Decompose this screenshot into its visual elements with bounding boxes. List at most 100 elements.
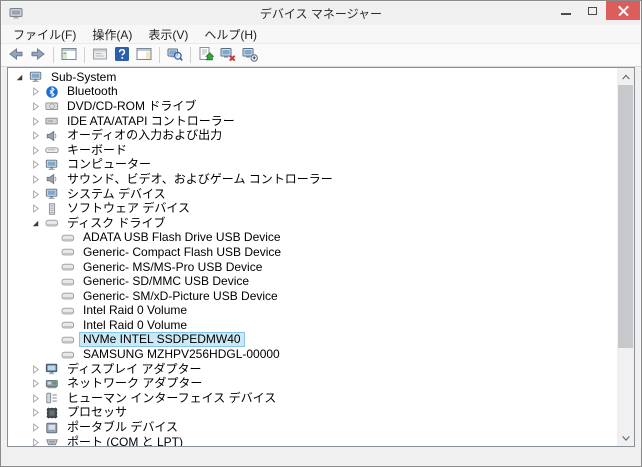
expander-icon[interactable] bbox=[29, 436, 42, 446]
titlebar: デバイス マネージャー bbox=[1, 1, 641, 25]
tree-item[interactable]: IDE ATA/ATAPI コントローラー bbox=[8, 114, 617, 129]
tree-item[interactable]: Generic- SD/MMC USB Device bbox=[8, 274, 617, 289]
expander-icon[interactable] bbox=[29, 188, 42, 200]
vertical-scrollbar[interactable] bbox=[617, 68, 634, 446]
display-adapter-icon bbox=[44, 362, 59, 376]
disk-drive-icon bbox=[60, 275, 75, 289]
action-pane-toggle-icon bbox=[136, 46, 152, 65]
minimize-button[interactable] bbox=[552, 1, 579, 20]
scrollbar-thumb[interactable] bbox=[618, 85, 633, 348]
scroll-up-button[interactable] bbox=[617, 68, 634, 85]
back-arrow-button[interactable] bbox=[6, 45, 26, 65]
tree-item-label: ADATA USB Flash Drive USB Device bbox=[83, 230, 281, 245]
toolbar-separator bbox=[53, 47, 54, 63]
tree-item[interactable]: オーディオの入力および出力 bbox=[8, 128, 617, 143]
toolbar-separator bbox=[190, 47, 191, 63]
tree-item[interactable]: コンピューター bbox=[8, 158, 617, 173]
tree-item[interactable]: ADATA USB Flash Drive USB Device bbox=[8, 231, 617, 246]
tree-item[interactable]: ポータブル デバイス bbox=[8, 420, 617, 435]
network-adapter-icon bbox=[44, 377, 59, 391]
tree-item[interactable]: ディスク ドライブ bbox=[8, 216, 617, 231]
expander-icon[interactable] bbox=[13, 71, 26, 83]
tree-item[interactable]: Generic- SM/xD-Picture USB Device bbox=[8, 289, 617, 304]
tree-item[interactable]: Generic- Compact Flash USB Device bbox=[8, 245, 617, 260]
chevron-up-icon bbox=[621, 74, 630, 79]
tree-item[interactable]: Sub-System bbox=[8, 70, 617, 85]
menu-item[interactable]: ヘルプ(H) bbox=[196, 25, 265, 44]
tree-item[interactable]: Intel Raid 0 Volume bbox=[8, 318, 617, 333]
tree-item-label: Sub-System bbox=[51, 69, 117, 84]
menu-item[interactable]: ファイル(F) bbox=[5, 25, 84, 44]
expander-icon[interactable] bbox=[29, 173, 42, 185]
menu-item[interactable]: 操作(A) bbox=[84, 25, 140, 44]
computer-icon bbox=[28, 70, 43, 84]
tree-item-label: Generic- SD/MMC USB Device bbox=[83, 274, 250, 289]
disable-device-icon bbox=[242, 46, 258, 65]
uninstall-device-icon bbox=[220, 46, 236, 65]
console-tree-toggle-button[interactable] bbox=[59, 45, 79, 65]
expander-icon[interactable] bbox=[29, 392, 42, 404]
expander-icon[interactable] bbox=[29, 422, 42, 434]
tree-item-label: Intel Raid 0 Volume bbox=[83, 303, 188, 318]
expander-icon[interactable] bbox=[29, 217, 42, 229]
tree-item[interactable]: ポート (COM と LPT) bbox=[8, 435, 617, 446]
tree-item[interactable]: ソフトウェア デバイス bbox=[8, 201, 617, 216]
tree-item[interactable]: プロセッサ bbox=[8, 406, 617, 421]
expander-icon[interactable] bbox=[29, 144, 42, 156]
tree-item-label: オーディオの入力および出力 bbox=[67, 128, 223, 143]
expander-icon[interactable] bbox=[29, 115, 42, 127]
tree-item[interactable]: Generic- MS/MS-Pro USB Device bbox=[8, 260, 617, 275]
expander-icon[interactable] bbox=[29, 203, 42, 215]
tree-item[interactable]: Intel Raid 0 Volume bbox=[8, 304, 617, 319]
tree-item[interactable]: ディスプレイ アダプター bbox=[8, 362, 617, 377]
expander-icon[interactable] bbox=[29, 363, 42, 375]
dvd-drive-icon bbox=[44, 99, 59, 113]
disk-drive-icon bbox=[60, 333, 75, 347]
maximize-button[interactable] bbox=[579, 1, 606, 20]
scroll-down-button[interactable] bbox=[617, 429, 634, 446]
update-driver-button[interactable] bbox=[196, 45, 216, 65]
computer-icon bbox=[44, 187, 59, 201]
uninstall-device-button[interactable] bbox=[218, 45, 238, 65]
tree-item-label: Generic- SM/xD-Picture USB Device bbox=[83, 288, 278, 303]
tree-item[interactable]: サウンド、ビデオ、およびゲーム コントローラー bbox=[8, 172, 617, 187]
portable-device-icon bbox=[44, 421, 59, 435]
expander-icon bbox=[45, 334, 58, 346]
disk-drive-icon bbox=[60, 260, 75, 274]
disable-device-button[interactable] bbox=[240, 45, 260, 65]
expander-icon[interactable] bbox=[29, 86, 42, 98]
tree-item-label: プロセッサ bbox=[67, 405, 128, 420]
forward-arrow-button[interactable] bbox=[28, 45, 48, 65]
expander-icon bbox=[45, 261, 58, 273]
tree-item[interactable]: システム デバイス bbox=[8, 187, 617, 202]
menu-item[interactable]: 表示(V) bbox=[140, 25, 196, 44]
menubar: ファイル(F) 操作(A) 表示(V) ヘルプ(H) bbox=[1, 25, 641, 44]
close-icon bbox=[618, 5, 629, 16]
tree-item[interactable]: ネットワーク アダプター bbox=[8, 376, 617, 391]
computer-icon bbox=[44, 158, 59, 172]
tree-item[interactable]: DVD/CD-ROM ドライブ bbox=[8, 99, 617, 114]
maximize-icon bbox=[588, 6, 597, 15]
tree-item[interactable]: Bluetooth bbox=[8, 85, 617, 100]
device-tree-panel: Sub-System Bluetooth DVD/CD-ROM ドライブ IDE… bbox=[7, 67, 635, 447]
audio-icon bbox=[44, 129, 59, 143]
expander-icon[interactable] bbox=[29, 378, 42, 390]
expander-icon[interactable] bbox=[29, 159, 42, 171]
properties-window-button[interactable] bbox=[90, 45, 110, 65]
tree-item[interactable]: キーボード bbox=[8, 143, 617, 158]
expander-icon[interactable] bbox=[29, 407, 42, 419]
help-button[interactable] bbox=[112, 45, 132, 65]
expander-icon[interactable] bbox=[29, 100, 42, 112]
toolbar-separator bbox=[84, 47, 85, 63]
close-button[interactable] bbox=[606, 1, 640, 20]
tree-item-label: サウンド、ビデオ、およびゲーム コントローラー bbox=[67, 171, 333, 186]
scan-hardware-changes-button[interactable] bbox=[165, 45, 185, 65]
tree-item[interactable]: ヒューマン インターフェイス デバイス bbox=[8, 391, 617, 406]
tree-item[interactable]: NVMe INTEL SSDPEDMW40 bbox=[8, 332, 617, 348]
processor-icon bbox=[44, 406, 59, 420]
tree-item[interactable]: SAMSUNG MZHPV256HDGL-00000 bbox=[8, 347, 617, 362]
action-pane-toggle-button[interactable] bbox=[134, 45, 154, 65]
expander-icon[interactable] bbox=[29, 130, 42, 142]
tree-item-label: ディスプレイ アダプター bbox=[67, 361, 202, 376]
scrollbar-track[interactable] bbox=[617, 85, 634, 429]
